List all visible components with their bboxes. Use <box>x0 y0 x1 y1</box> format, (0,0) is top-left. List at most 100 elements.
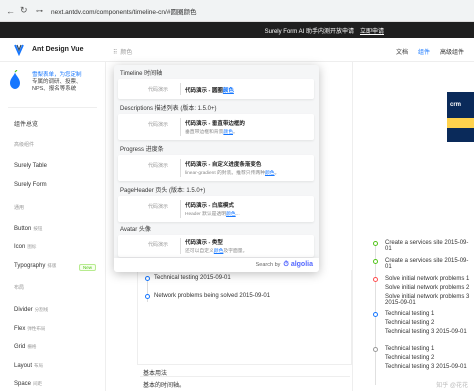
search-result-item[interactable]: 代码演示 代码演示 - 类型 还可以自定义颜色及字面量。 <box>118 235 314 257</box>
timeline-item: Create a services site 2015-09-01 <box>385 240 469 252</box>
sidebar-item-label: Surely Table <box>14 163 47 169</box>
result-section-title: Avatar 头像 <box>120 227 151 233</box>
demo-description: 基本的时间轴。 <box>143 383 186 389</box>
result-divider <box>180 118 181 136</box>
result-highlight: 颜色 <box>264 171 275 176</box>
sidebar-item-label: Flex <box>14 326 26 332</box>
search-input[interactable]: ⠿ 颜色 <box>113 47 132 56</box>
promo-line-1: 雪梨表单，为您定制 <box>32 72 82 78</box>
timeline-item: Technical testing 2 <box>385 320 435 326</box>
address-bar[interactable]: next.antdv.com/components/timeline-cn/#圆… <box>51 6 196 16</box>
site-logo[interactable]: Ant Design Vue <box>14 44 83 56</box>
ad-banner[interactable]: crm <box>447 92 474 142</box>
result-description: Header 默认是透明颜色... <box>185 210 240 217</box>
search-result-item[interactable]: 代码演示 代码演示 - 垂直带边框的 垂直带边框和背景颜色。 <box>118 114 314 140</box>
result-desc-text: 及字面量。 <box>223 249 248 254</box>
timeline-item: Technical testing 1 <box>385 311 435 317</box>
sidebar-item-sublabel: 弹性布局 <box>27 326 46 331</box>
sidebar-item-grid[interactable]: Grid 栅格 <box>14 344 36 350</box>
browser-toolbar: ← ↻ ⊶ next.antdv.com/components/timeline… <box>0 0 474 22</box>
site-info-icon[interactable]: ⊶ <box>36 7 43 15</box>
nav-docs[interactable]: 文档 <box>396 47 408 56</box>
sidebar-promo[interactable]: 雪梨表单，为您定制 专属的调研、投票、 NPS、报名等系统 <box>8 66 97 108</box>
sidebar-item-icon[interactable]: Icon 图标 <box>14 244 36 250</box>
banner-text: Surely Form AI 助手内测开放申请 <box>264 28 354 35</box>
algolia-brand: algolia <box>290 261 313 268</box>
sidebar-item-flex[interactable]: Flex 弹性布局 <box>14 326 45 332</box>
search-query: 颜色 <box>120 50 133 56</box>
sidebar-item-label: Typography <box>14 263 46 269</box>
sidebar-item-label: Layout <box>14 363 33 369</box>
result-desc-text: linear-gradient 的封装。推荐只传两种 <box>185 171 265 176</box>
sidebar-group-general: 通用 <box>14 205 25 211</box>
timeline-item: Solve initial network problems 3 2015-09… <box>385 294 470 306</box>
search-result-item[interactable]: 代码演示 代码演示 - 白底模式 Header 默认是透明颜色... <box>118 196 314 222</box>
timeline-dot-red <box>373 277 378 282</box>
sidebar-item-layout[interactable]: Layout 布局 <box>14 363 43 369</box>
result-divider <box>180 83 181 95</box>
top-navigation: Ant Design Vue ⠿ 颜色 文档 组件 高级组件 <box>0 38 474 62</box>
sidebar-item-sublabel: 图标 <box>27 244 37 249</box>
sidebar-item-sublabel: 栅格 <box>27 344 37 349</box>
result-section-title: Descriptions 描述列表 (版本: 1.5.0+) <box>120 106 217 112</box>
sidebar-group-layout: 布局 <box>14 285 25 291</box>
result-highlight: 颜色 <box>222 88 234 94</box>
sidebar-item-surely-table[interactable]: Surely Table <box>14 163 47 169</box>
ad-stripe <box>447 118 474 128</box>
nav-components[interactable]: 组件 <box>418 47 430 56</box>
algolia-logo-icon[interactable]: ⏱ algolia <box>283 261 313 269</box>
sidebar-item-sublabel: 按钮 <box>33 226 43 231</box>
result-label: 代码演示 <box>148 242 169 248</box>
sidebar-item-button[interactable]: Button 按钮 <box>14 226 42 232</box>
result-label: 代码演示 <box>148 122 169 128</box>
timeline-dot-blue <box>373 312 378 317</box>
top-menu: 文档 组件 高级组件 <box>396 47 464 56</box>
refresh-icon[interactable]: ↻ <box>20 5 34 16</box>
timeline-item: Solve initial network problems 1 <box>385 276 470 282</box>
timeline-dot <box>145 294 150 299</box>
timeline-item: Create a services site 2015-09-01 <box>385 258 469 270</box>
timeline-item: Technical testing 2015-09-01 <box>154 275 231 281</box>
search-icon: ⠿ <box>113 50 118 56</box>
result-desc-text: Header 默认是透明 <box>185 212 227 217</box>
sidebar-item-divider[interactable]: Divider 分割线 <box>14 307 48 313</box>
promo-text: 雪梨表单，为您定制 专属的调研、投票、 NPS、报名等系统 <box>32 72 82 93</box>
timeline-dot-green <box>373 241 378 246</box>
sidebar-item-typography[interactable]: Typography 排版 <box>14 263 56 269</box>
sidebar-item-sublabel: 间距 <box>33 381 43 386</box>
sidebar: 雪梨表单，为您定制 专属的调研、投票、 NPS、报名等系统 组件总览 高级组件 … <box>0 62 106 391</box>
result-label: 代码演示 <box>148 204 169 210</box>
timeline-dot-gray <box>373 347 378 352</box>
sidebar-item-label: Surely Form <box>14 182 47 188</box>
search-result-item[interactable]: 代码演示 代码演示 - 自定义进度条渐变色 linear-gradient 的封… <box>118 155 314 181</box>
result-section-title: Timeline 时间轴 <box>120 71 163 77</box>
result-desc-text: 还可以自定义 <box>185 249 214 254</box>
banner-apply-link[interactable]: 立即申请 <box>360 26 384 35</box>
result-description: 垂直带边框和背景颜色。 <box>185 128 238 135</box>
result-title: 代码演示 - 类型 <box>185 240 223 246</box>
timeline-dot <box>145 276 150 281</box>
announcement-banner: Surely Form AI 助手内测开放申请 立即申请 <box>0 22 474 38</box>
search-footer: Search by ⏱ algolia <box>114 258 319 272</box>
sidebar-item-label: Button <box>14 226 32 232</box>
sidebar-item-overview[interactable]: 组件总览 <box>14 119 38 128</box>
result-description: 还可以自定义颜色及字面量。 <box>185 247 247 254</box>
demo-card <box>137 270 352 365</box>
result-title: 代码演示 - 白底模式 <box>185 203 234 209</box>
timeline-item: Solve initial network problems 2 <box>385 285 470 291</box>
search-result-item[interactable]: 代码演示 代码演示 - 圆圈颜色 <box>118 79 314 99</box>
sidebar-group-advanced: 高级组件 <box>14 142 35 148</box>
result-highlight: 颜色 <box>223 130 233 135</box>
sidebar-item-space[interactable]: Space 间距 <box>14 381 42 387</box>
sidebar-item-sublabel: 排版 <box>47 263 57 268</box>
sidebar-item-surely-form[interactable]: Surely Form <box>14 182 47 188</box>
nav-advanced-components[interactable]: 高级组件 <box>440 47 464 56</box>
result-section-title: PageHeader 页头 (版本: 1.5.0+) <box>120 188 206 194</box>
pear-logo-icon <box>10 70 20 89</box>
promo-line-2: 专属的调研、投票、 <box>32 79 82 85</box>
sidebar-item-sublabel: 分割线 <box>34 307 49 312</box>
back-icon[interactable]: ← <box>6 6 20 16</box>
result-title-text: 代码演示 - 圆圈 <box>185 88 223 94</box>
result-title: 代码演示 - 垂直带边框的 <box>185 121 245 127</box>
result-desc-text: 垂直带边框和背景 <box>185 130 224 135</box>
